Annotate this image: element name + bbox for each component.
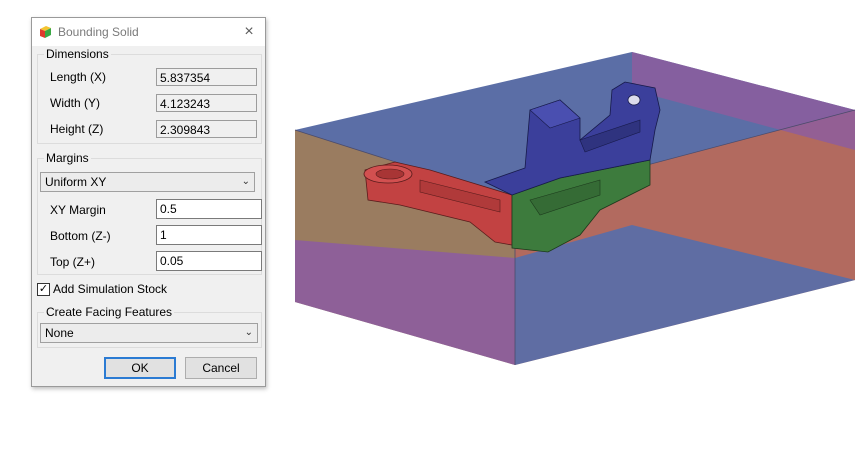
- close-icon[interactable]: ×: [233, 18, 265, 46]
- add-simulation-stock-label: Add Simulation Stock: [53, 282, 168, 296]
- facing-features-group: Create Facing Features None ⌄: [37, 305, 262, 348]
- xy-margin-input[interactable]: [156, 199, 262, 219]
- margin-mode-value: Uniform XY: [45, 175, 107, 189]
- box-left-purple-lower: [295, 240, 515, 365]
- facing-features-legend: Create Facing Features: [44, 305, 175, 319]
- facing-features-select[interactable]: None ⌄: [40, 323, 258, 343]
- dimensions-legend: Dimensions: [44, 47, 111, 61]
- height-label: Height (Z): [50, 122, 104, 136]
- length-label: Length (X): [50, 70, 107, 84]
- top-margin-label: Top (Z+): [50, 255, 96, 269]
- bottom-margin-label: Bottom (Z-): [50, 229, 111, 243]
- chevron-down-icon: ⌄: [241, 176, 250, 187]
- margins-legend: Margins: [44, 151, 91, 165]
- length-value: 5.837354: [156, 68, 257, 86]
- title-bar[interactable]: Bounding Solid ×: [32, 18, 265, 46]
- add-simulation-stock-checkbox[interactable]: ✓: [37, 283, 50, 296]
- margins-group: Margins Uniform XY ⌄ XY Margin Bottom (Z…: [37, 151, 262, 275]
- bounding-box-icon: [40, 26, 51, 38]
- top-margin-input[interactable]: [156, 251, 262, 271]
- 3d-viewport[interactable]: [280, 40, 861, 380]
- height-value: 2.309843: [156, 120, 257, 138]
- margin-mode-select[interactable]: Uniform XY ⌄: [40, 172, 255, 192]
- chevron-down-icon: ⌄: [244, 327, 253, 338]
- dialog-title: Bounding Solid: [58, 25, 139, 39]
- facing-features-value: None: [45, 326, 74, 340]
- width-value: 4.123243: [156, 94, 257, 112]
- bottom-margin-input[interactable]: [156, 225, 262, 245]
- bounding-solid-dialog: Bounding Solid × Dimensions Length (X) 5…: [31, 17, 266, 387]
- dimensions-group: Dimensions Length (X) 5.837354 Width (Y)…: [37, 47, 262, 144]
- xy-margin-label: XY Margin: [50, 203, 106, 217]
- checkmark-icon: ✓: [38, 283, 49, 295]
- ok-button[interactable]: OK: [104, 357, 176, 379]
- width-label: Width (Y): [50, 96, 101, 110]
- cancel-button[interactable]: Cancel: [185, 357, 257, 379]
